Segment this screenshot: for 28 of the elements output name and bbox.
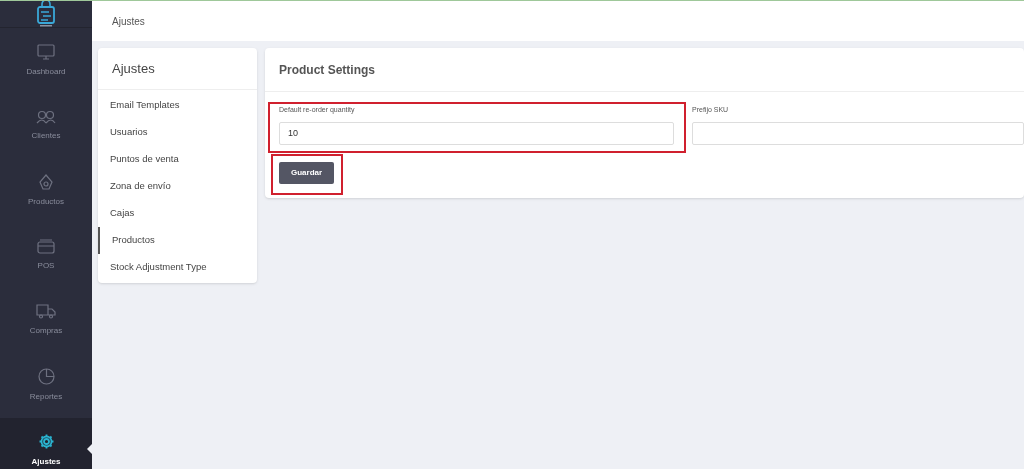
menu-title: Ajustes: [112, 59, 155, 78]
save-button[interactable]: Guardar: [279, 161, 335, 184]
settings-icon: [37, 433, 55, 450]
monitor-icon: [37, 43, 55, 60]
nav-item[interactable]: Productos: [0, 158, 92, 223]
settings-menu-item[interactable]: Cajas: [98, 200, 257, 227]
input-field[interactable]: 10: [279, 121, 674, 145]
nav-item[interactable]: Ajustes: [0, 418, 92, 469]
logo-icon: [36, 1, 56, 27]
nav-item[interactable]: Clientes: [0, 93, 92, 158]
card-title: Product Settings: [279, 61, 375, 79]
page-title: Ajustes: [112, 14, 145, 29]
box-icon: [38, 173, 54, 190]
truck-icon: [36, 304, 56, 319]
settings-menu-item[interactable]: Email Templates: [98, 92, 257, 119]
settings-menu-item[interactable]: Puntos de venta: [98, 146, 257, 173]
settings-menu-item[interactable]: Productos: [98, 227, 257, 254]
pie-chart-icon: [37, 368, 55, 385]
nav-item[interactable]: Compras: [0, 288, 92, 353]
nav-item[interactable]: Reportes: [0, 353, 92, 418]
nav-item[interactable]: POS: [0, 223, 92, 288]
card-icon: [37, 239, 55, 254]
nav-item[interactable]: Dashboard: [0, 28, 92, 93]
settings-menu-item[interactable]: Usuarios: [98, 119, 257, 146]
settings-menu-item[interactable]: Zona de envío: [98, 173, 257, 200]
users-icon: [36, 109, 56, 124]
input-field[interactable]: [692, 121, 1024, 145]
settings-menu-item[interactable]: Stock Adjustment Type: [98, 254, 257, 281]
